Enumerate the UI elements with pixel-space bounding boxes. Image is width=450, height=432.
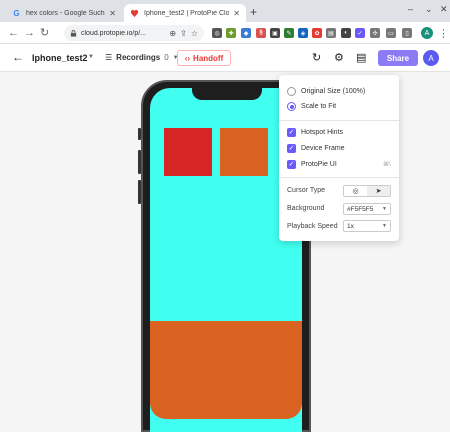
tab-title: Iphone_test2 | ProtoPie Cloud xyxy=(144,9,230,17)
extension-icon[interactable]: ✎ xyxy=(284,28,294,38)
divider xyxy=(279,120,399,121)
extension-icon[interactable]: ◆ xyxy=(241,28,251,38)
hotspot-hints-option[interactable]: ✓ Hotspot Hints xyxy=(287,128,343,137)
radio-button[interactable] xyxy=(287,87,296,96)
refresh-icon[interactable]: ↻ xyxy=(312,52,321,64)
address-bar[interactable]: cloud.protopie.io/p/... ⊕ ⇪ ☆ xyxy=(64,25,204,41)
tab-title: hex colors - Google Suche xyxy=(26,9,106,17)
cursor-type-toggle[interactable]: ◎ ➤ xyxy=(343,185,391,197)
puzzle-icon[interactable]: ✣ xyxy=(370,28,380,38)
protopie-ui-option[interactable]: ✓ ProtoPie UI xyxy=(287,160,337,169)
device-notch xyxy=(192,86,262,100)
close-tab-icon[interactable]: ✕ xyxy=(233,9,240,18)
playback-speed-label: Playback Speed xyxy=(287,223,338,230)
extension-icon[interactable]: ✚ xyxy=(226,28,236,38)
orange-bottom-block[interactable] xyxy=(150,321,302,419)
circle-cursor-icon[interactable]: ◎ xyxy=(344,186,367,196)
browser-tab[interactable]: G hex colors - Google Suche ✕ xyxy=(6,4,122,22)
google-icon: G xyxy=(13,8,20,18)
playback-speed-value: 1x xyxy=(347,222,354,230)
orange-square[interactable] xyxy=(220,128,268,176)
scale-to-fit-option[interactable]: Scale to Fit xyxy=(287,102,336,111)
app-header: ← Iphone_test2 ▼ ☰ Recordings 0 ▼ ‹› Han… xyxy=(0,44,450,72)
background-label: Background xyxy=(287,205,325,212)
extension-icon[interactable]: ✿ xyxy=(312,28,322,38)
extension-icon[interactable]: ▣ xyxy=(270,28,280,38)
option-label: ProtoPie UI xyxy=(301,161,337,168)
browser-tab-active[interactable]: Iphone_test2 | ProtoPie Cloud ✕ xyxy=(124,4,246,22)
arrow-cursor-icon[interactable]: ➤ xyxy=(367,186,390,196)
browser-tab-bar: G hex colors - Google Suche ✕ Iphone_tes… xyxy=(0,0,450,22)
extension-icon[interactable]: ✓ xyxy=(355,28,365,38)
checkbox-checked[interactable]: ✓ xyxy=(287,128,296,137)
menu-dots-icon[interactable]: ⋮ xyxy=(438,27,449,41)
handoff-label: Handoff xyxy=(193,53,224,63)
chevron-down-icon[interactable]: ⌄ xyxy=(425,4,433,15)
share-page-icon[interactable]: ⇪ xyxy=(180,29,187,38)
handoff-button[interactable]: ‹› Handoff xyxy=(177,50,231,66)
settings-popover: Original Size (100%) Scale to Fit ✓ Hots… xyxy=(279,75,399,241)
chevron-down-icon: ▼ xyxy=(382,223,387,229)
option-label: Hotspot Hints xyxy=(301,129,344,136)
shortcut-hint: ⌘\ xyxy=(383,162,391,168)
close-tab-icon[interactable]: ✕ xyxy=(109,9,116,18)
radio-button-selected[interactable] xyxy=(287,102,296,111)
red-square[interactable] xyxy=(164,128,212,176)
option-label: Original Size (100%) xyxy=(301,88,366,95)
share-button[interactable]: Share xyxy=(378,50,418,66)
new-tab-icon[interactable]: + xyxy=(250,5,257,19)
extension-icon[interactable]: ◎ xyxy=(212,28,222,38)
code-icon: ‹› xyxy=(184,53,191,63)
close-window-icon[interactable]: ✕ xyxy=(440,4,448,15)
recordings-label: Recordings xyxy=(116,53,161,62)
cursor-type-label: Cursor Type xyxy=(287,187,325,194)
original-size-option[interactable]: Original Size (100%) xyxy=(287,87,365,96)
cast-icon[interactable]: ▭ xyxy=(386,28,396,38)
gear-icon[interactable]: ⚙ xyxy=(334,52,344,64)
playback-speed-dropdown[interactable]: 1x ▼ xyxy=(343,220,391,232)
recordings-button[interactable]: ☰ Recordings 0 ▼ xyxy=(105,53,179,62)
extension-icon[interactable]: ◐ xyxy=(341,28,351,38)
recordings-icon: ☰ xyxy=(105,53,113,62)
extension-icon[interactable]: ▤ xyxy=(326,28,336,38)
bookmark-star-icon[interactable]: ☆ xyxy=(191,29,198,38)
device-side-button xyxy=(138,128,141,140)
device-side-button xyxy=(138,180,141,204)
chevron-down-icon[interactable]: ▼ xyxy=(88,54,94,60)
url-text: cloud.protopie.io/p/... xyxy=(81,29,146,37)
device-side-button xyxy=(138,150,141,174)
avatar[interactable]: A xyxy=(423,50,439,66)
checkbox-checked[interactable]: ✓ xyxy=(287,160,296,169)
reload-icon[interactable]: ↻ xyxy=(40,26,49,40)
project-name[interactable]: Iphone_test2 xyxy=(32,53,88,63)
background-value: #F5F5F5 xyxy=(347,205,374,213)
checkbox-checked[interactable]: ✓ xyxy=(287,144,296,153)
profile-avatar[interactable]: A xyxy=(421,27,433,39)
lock-icon xyxy=(70,29,77,37)
zoom-icon[interactable]: ⊕ xyxy=(169,29,176,38)
option-label: Scale to Fit xyxy=(301,103,337,110)
chevron-down-icon: ▼ xyxy=(382,206,387,212)
recordings-count: 0 xyxy=(164,53,169,62)
comment-icon[interactable]: ▤ xyxy=(356,52,366,64)
extension-icon[interactable]: ◈ xyxy=(298,28,308,38)
background-dropdown[interactable]: #F5F5F5 ▼ xyxy=(343,203,391,215)
option-label: Device Frame xyxy=(301,145,345,152)
sidebar-icon[interactable]: ▯ xyxy=(402,28,412,38)
divider xyxy=(279,177,399,178)
device-frame-option[interactable]: ✓ Device Frame xyxy=(287,144,345,153)
protopie-icon xyxy=(130,9,139,18)
minimize-icon[interactable]: – xyxy=(408,4,413,14)
browser-toolbar: ← → ↻ cloud.protopie.io/p/... ⊕ ⇪ ☆ ◎ ✚ … xyxy=(0,22,450,44)
forward-icon[interactable]: → xyxy=(24,26,35,40)
back-icon[interactable]: ← xyxy=(8,26,19,40)
extension-icon[interactable]: § xyxy=(256,28,266,38)
back-arrow-icon[interactable]: ← xyxy=(12,50,24,64)
